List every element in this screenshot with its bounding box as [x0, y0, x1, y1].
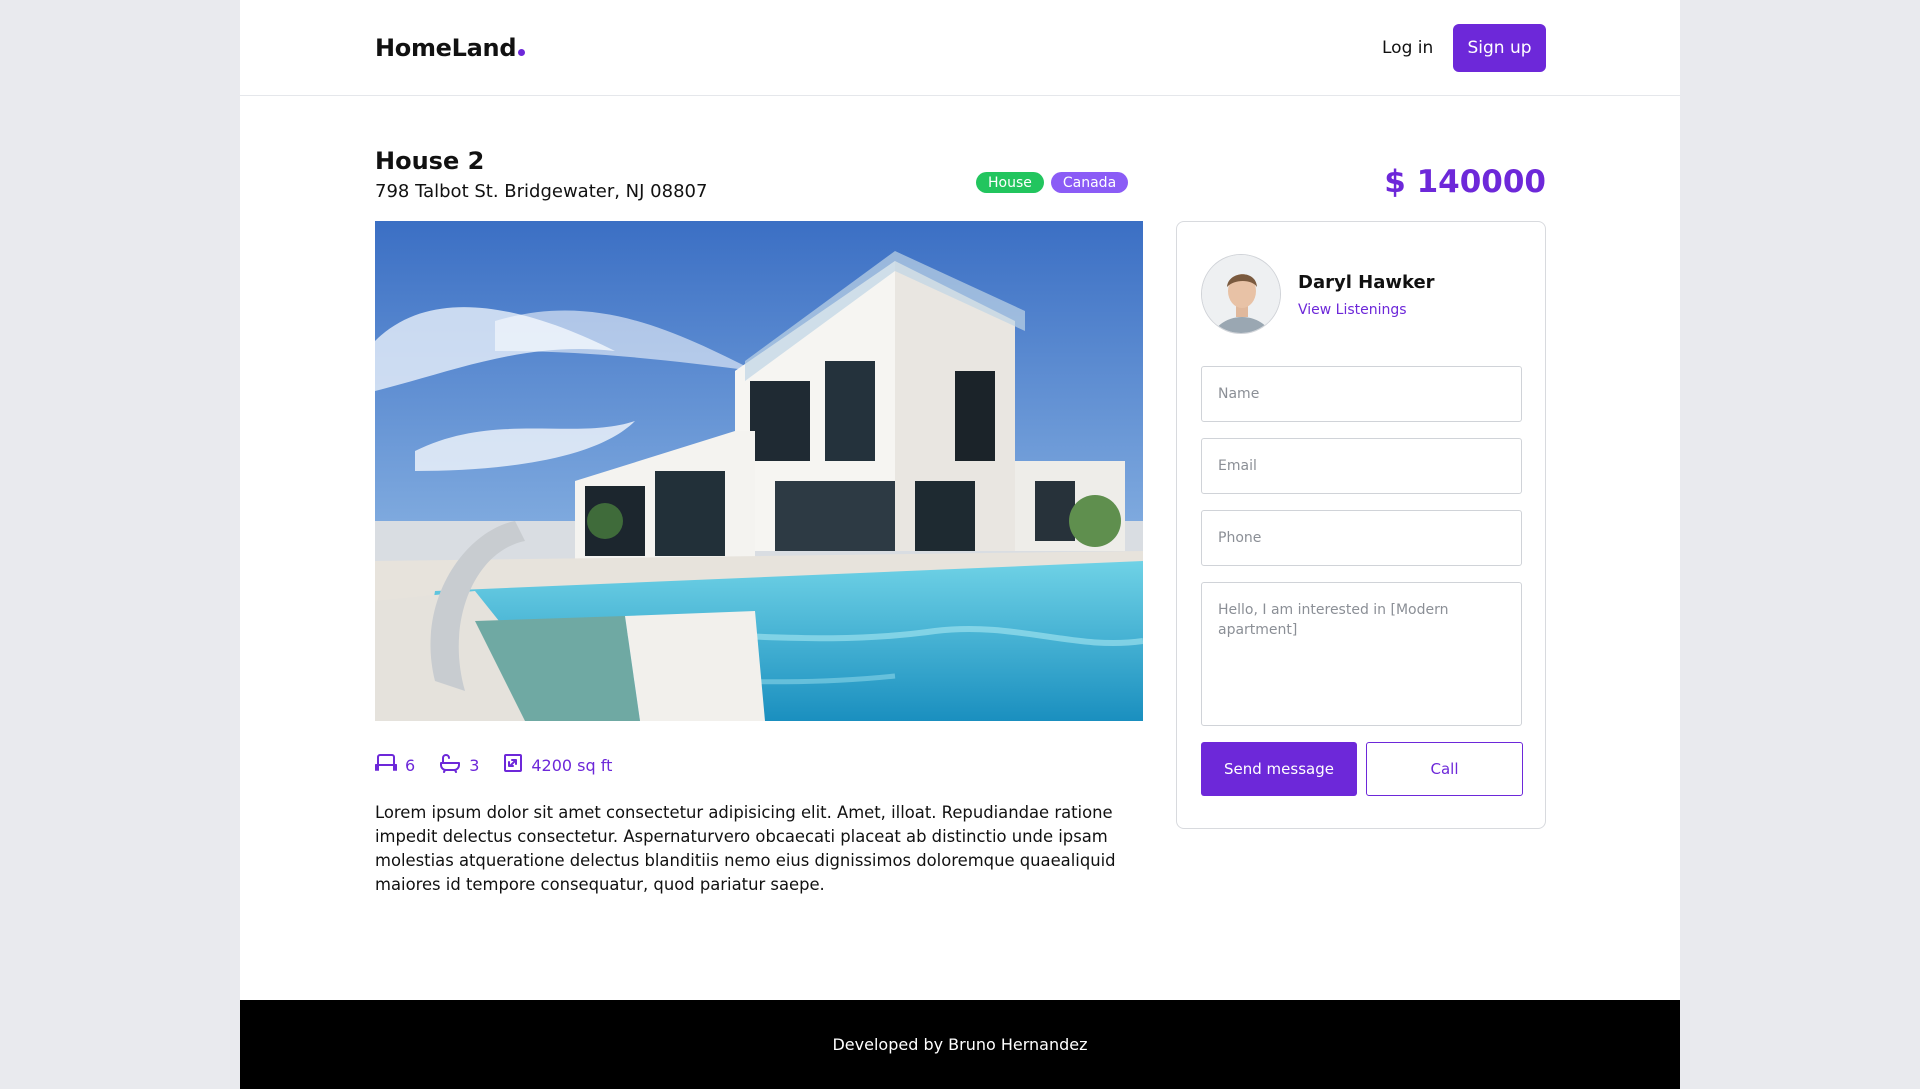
email-input[interactable]	[1201, 438, 1522, 494]
property-photo	[375, 221, 1143, 721]
tag-house: House	[976, 172, 1044, 193]
listing-tags: House Canada	[976, 172, 1129, 193]
agent-name: Daryl Hawker	[1298, 272, 1435, 293]
phone-input[interactable]	[1201, 510, 1522, 566]
call-button[interactable]: Call	[1366, 742, 1523, 796]
message-textarea[interactable]	[1201, 582, 1522, 726]
logo-dot	[518, 49, 526, 56]
area-size: 4200 sq ft	[531, 755, 613, 775]
listing-description: Lorem ipsum dolor sit amet consectetur a…	[375, 803, 1116, 894]
agent-avatar	[1201, 254, 1281, 334]
page: HomeLand Log in Sign up House 2 798 Talb…	[240, 0, 1680, 1089]
send-message-button[interactable]: Send message	[1201, 742, 1357, 796]
feature-area: 4200 sq ft	[503, 753, 612, 777]
area-icon	[503, 753, 531, 777]
beds-count: 6	[405, 755, 416, 775]
signup-button[interactable]: Sign up	[1453, 24, 1546, 72]
listing-title: House 2	[375, 147, 485, 175]
baths-count: 3	[469, 755, 480, 775]
name-input[interactable]	[1201, 366, 1522, 422]
feature-beds: 6	[375, 753, 415, 777]
bath-icon	[439, 753, 469, 777]
site-header: HomeLand Log in Sign up	[240, 0, 1680, 96]
footer-credit: Developed by Bruno Hernandez	[832, 1035, 1088, 1054]
agent-photo	[1202, 255, 1280, 333]
site-footer: Developed by Bruno Hernandez	[240, 1000, 1680, 1089]
property-features: 6 3 4200 sq ft	[375, 753, 636, 777]
logo-text: HomeLand	[375, 34, 517, 62]
view-listings-link[interactable]: View Listenings	[1298, 302, 1407, 318]
feature-baths: 3	[439, 753, 479, 777]
listing-price: $ 140000	[1384, 164, 1546, 200]
bed-icon	[375, 753, 405, 777]
house-pool-image	[375, 221, 1143, 721]
contact-card: Daryl Hawker View Listenings Send messag…	[1176, 221, 1546, 829]
login-link[interactable]: Log in	[1382, 38, 1433, 58]
logo[interactable]: HomeLand	[375, 34, 526, 62]
listing-address: 798 Talbot St. Bridgewater, NJ 08807	[375, 181, 708, 202]
tag-location: Canada	[1050, 172, 1129, 193]
